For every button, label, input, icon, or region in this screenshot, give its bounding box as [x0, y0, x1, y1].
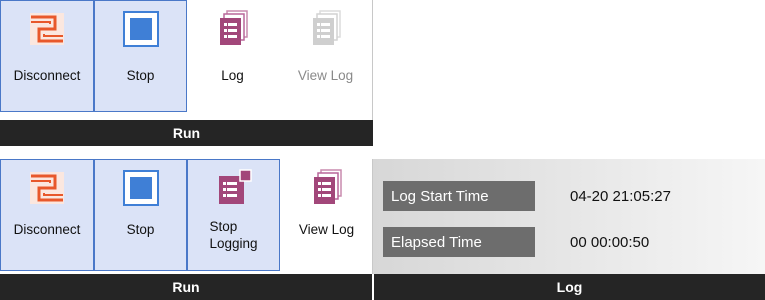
- run-group-label: Run: [0, 274, 372, 300]
- stop-label: Stop: [126, 222, 155, 237]
- view-log-icon: [307, 168, 347, 208]
- stop-button[interactable]: Stop: [94, 0, 187, 112]
- view-log-label: View Log: [297, 68, 354, 83]
- disconnect-button[interactable]: Disconnect: [0, 0, 94, 112]
- stop-logging-label-line2: Logging: [209, 236, 258, 251]
- view-log-button[interactable]: View Log: [278, 0, 373, 112]
- elapsed-time-value: 00 00:00:50: [570, 234, 650, 251]
- view-log-label: View Log: [298, 222, 355, 237]
- stop-logging-label: Stop Logging: [209, 218, 257, 252]
- log-label: Log: [221, 68, 244, 83]
- stop-logging-label-line1: Stop: [209, 219, 238, 234]
- log-status-panel: Log Start Time 04-20 21:05:27 Elapsed Ti…: [373, 159, 765, 274]
- view-log-button[interactable]: View Log: [280, 159, 373, 271]
- disconnect-label: Disconnect: [13, 222, 81, 237]
- disconnect-icon: [27, 9, 67, 49]
- disconnect-label: Disconnect: [13, 68, 81, 83]
- disconnect-button[interactable]: Disconnect: [0, 159, 94, 271]
- elapsed-time-label: Elapsed Time: [383, 227, 535, 257]
- disconnect-icon: [27, 168, 67, 208]
- top-ribbon: Disconnect Stop Log View Log Run: [0, 0, 373, 147]
- group-divider: [372, 0, 373, 120]
- stop-icon: [121, 9, 161, 49]
- stop-icon: [121, 168, 161, 208]
- log-start-time-value: 04-20 21:05:27: [570, 188, 671, 205]
- view-log-icon: [306, 9, 346, 49]
- log-start-time-label: Log Start Time: [383, 181, 535, 211]
- log-group-label: Log: [374, 274, 765, 300]
- stop-logging-button[interactable]: Stop Logging: [187, 159, 280, 271]
- stop-logging-icon: [214, 168, 254, 208]
- log-button[interactable]: Log: [187, 0, 278, 112]
- stop-label: Stop: [126, 68, 155, 83]
- stop-button[interactable]: Stop: [94, 159, 187, 271]
- run-group-label: Run: [0, 120, 373, 146]
- log-icon: [213, 9, 253, 49]
